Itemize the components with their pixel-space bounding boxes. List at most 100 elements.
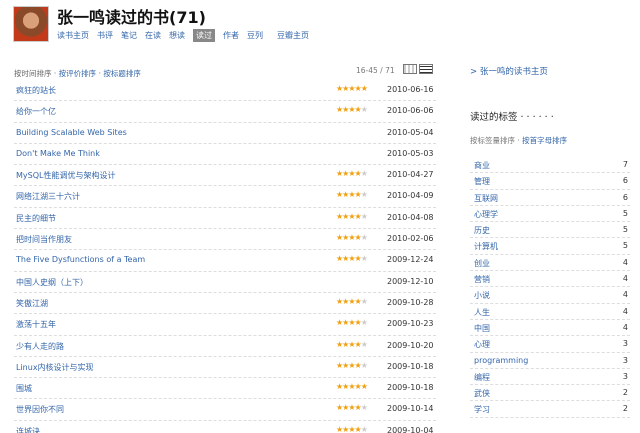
- read-date: 2009-10-23: [387, 319, 434, 329]
- tags-sort-by-alpha[interactable]: 按首字母排序: [522, 136, 567, 145]
- rating-stars: ★★★★★: [336, 169, 368, 179]
- tag-link[interactable]: 计算机: [474, 241, 498, 252]
- book-title-link[interactable]: Building Scalable Web Sites: [16, 128, 127, 137]
- read-date: 2009-10-18: [387, 383, 434, 393]
- book-title-link[interactable]: 连城诀: [16, 426, 40, 433]
- tag-link[interactable]: 编程: [474, 372, 490, 383]
- reading-home-link[interactable]: > 张一鸣的读书主页: [470, 65, 548, 77]
- tag-link[interactable]: 商业: [474, 160, 490, 171]
- star-icon: ★: [360, 84, 368, 93]
- list-view-icon[interactable]: [419, 64, 433, 74]
- tag-row: 商业 7: [470, 157, 630, 174]
- nav-item[interactable]: 读过: [193, 29, 215, 42]
- tag-link[interactable]: programming: [474, 356, 528, 365]
- rating-stars: ★★★★★: [336, 190, 368, 199]
- tag-row: 计算机 5: [470, 238, 630, 255]
- tag-count: 4: [622, 290, 628, 300]
- tag-row: 管理 6: [470, 173, 630, 190]
- nav-item[interactable]: 读书主页: [57, 30, 89, 41]
- tag-link[interactable]: 学习: [474, 404, 490, 415]
- read-date: 2010-06-06: [387, 106, 434, 116]
- tag-count: 7: [622, 160, 628, 169]
- avatar[interactable]: [13, 6, 49, 42]
- tag-link[interactable]: 创业: [474, 258, 490, 269]
- book-row: 少有人走的路 ★★★★★ 2009-10-20: [14, 336, 436, 357]
- book-title-link[interactable]: 笑傲江湖: [16, 298, 48, 309]
- tag-row: 中国 4: [470, 320, 630, 337]
- book-title-link[interactable]: MySQL性能调优与架构设计: [16, 170, 115, 181]
- tag-count: 2: [622, 388, 628, 398]
- tag-count: 4: [622, 274, 628, 284]
- nav-item[interactable]: 书评: [97, 30, 113, 41]
- book-row: The Five Dysfunctions of a Team ★★★★★ 2009…: [14, 250, 436, 272]
- read-date: 2010-04-09: [387, 191, 434, 201]
- nav-item[interactable]: 笔记: [121, 30, 137, 41]
- book-title-link[interactable]: Linux内核设计与实现: [16, 362, 94, 373]
- read-date: 2009-12-10: [387, 276, 434, 286]
- nav-item[interactable]: 豆列: [247, 30, 263, 41]
- rating-stars: ★★★★★: [336, 361, 368, 370]
- sort-by-rating[interactable]: 按评价排序: [59, 69, 97, 78]
- tag-link[interactable]: 中国: [474, 323, 490, 334]
- rating-stars: ★★★★★: [336, 233, 368, 242]
- tag-row: 创业 4: [470, 255, 630, 272]
- tags-sort-by-count[interactable]: 按标签量排序: [470, 136, 515, 145]
- book-title-link[interactable]: The Five Dysfunctions of a Team: [16, 255, 145, 264]
- book-row: 网络江湖三十六计 ★★★★★ 2010-04-09: [14, 186, 436, 208]
- tag-count: 4: [622, 322, 628, 332]
- user-nav: 读书主页 书评 笔记 在读 想读 读过 作者 豆列 豆瓣主页: [57, 29, 309, 42]
- tag-count: 3: [622, 355, 628, 365]
- tag-row: programming 3: [470, 353, 630, 369]
- read-date: 2010-02-06: [387, 234, 434, 244]
- tag-link[interactable]: 小说: [474, 290, 490, 301]
- tag-link[interactable]: 互联网: [474, 193, 498, 204]
- read-date: 2010-06-16: [387, 85, 434, 94]
- book-title-link[interactable]: 疯狂的站长: [16, 85, 56, 96]
- tag-link[interactable]: 管理: [474, 176, 490, 187]
- read-date: 2010-05-04: [387, 127, 434, 137]
- nav-item[interactable]: 在读: [145, 30, 161, 41]
- nav-item[interactable]: 豆瓣主页: [277, 30, 309, 41]
- book-title-link[interactable]: 激荡十五年: [16, 319, 56, 330]
- book-title-link[interactable]: Don't Make Me Think: [16, 149, 100, 158]
- read-date: 2010-04-27: [387, 170, 434, 180]
- book-title-link[interactable]: 民主的细节: [16, 213, 56, 224]
- sort-by-title[interactable]: 按标题排序: [103, 69, 141, 78]
- tag-count: 4: [622, 306, 628, 316]
- sort-separator: ·: [53, 69, 57, 78]
- tag-count: 5: [622, 208, 628, 218]
- tag-link[interactable]: 心理: [474, 339, 490, 350]
- tag-row: 互联网 6: [470, 190, 630, 206]
- star-icon: ★: [360, 339, 368, 349]
- book-row: Don't Make Me Think 2010-05-03: [14, 144, 436, 166]
- grid-view-icon[interactable]: [403, 64, 417, 74]
- tag-link[interactable]: 人生: [474, 307, 490, 318]
- tag-count: 5: [622, 225, 628, 235]
- tag-count: 6: [622, 176, 628, 186]
- book-title-link[interactable]: 中国人史纲（上下）: [16, 277, 88, 288]
- rating-stars: ★★★★★: [336, 84, 368, 93]
- nav-item[interactable]: 想读: [169, 30, 185, 41]
- star-icon: ★: [360, 169, 368, 179]
- read-date: 2009-10-28: [387, 297, 434, 307]
- star-icon: ★: [360, 211, 368, 221]
- book-title-link[interactable]: 给你一个亿: [16, 106, 56, 117]
- tag-link[interactable]: 历史: [474, 225, 490, 236]
- tag-link[interactable]: 心理学: [474, 209, 498, 220]
- sort-by-time[interactable]: 按时间排序: [14, 69, 52, 78]
- tag-count: 3: [622, 339, 628, 349]
- book-title-link[interactable]: 少有人走的路: [16, 341, 64, 352]
- nav-item[interactable]: 作者: [223, 30, 239, 41]
- read-date: 2010-05-03: [387, 148, 434, 158]
- book-title-link[interactable]: 围城: [16, 383, 32, 394]
- tag-link[interactable]: 武侠: [474, 388, 490, 399]
- book-title-link[interactable]: 世界因你不同: [16, 404, 64, 415]
- rating-stars: ★★★★★: [336, 318, 368, 327]
- tag-link[interactable]: 营销: [474, 274, 490, 285]
- book-row: 笑傲江湖 ★★★★★ 2009-10-28: [14, 293, 436, 315]
- tags-heading: 读过的标签 · · · · · ·: [470, 112, 554, 123]
- book-list: 疯狂的站长 ★★★★★ 2010-06-16 给你一个亿 ★★★★★ 2010-06-06…: [14, 80, 436, 433]
- read-date: 2009-10-18: [387, 361, 434, 371]
- book-title-link[interactable]: 把时间当作朋友: [16, 234, 72, 245]
- book-title-link[interactable]: 网络江湖三十六计: [16, 191, 80, 202]
